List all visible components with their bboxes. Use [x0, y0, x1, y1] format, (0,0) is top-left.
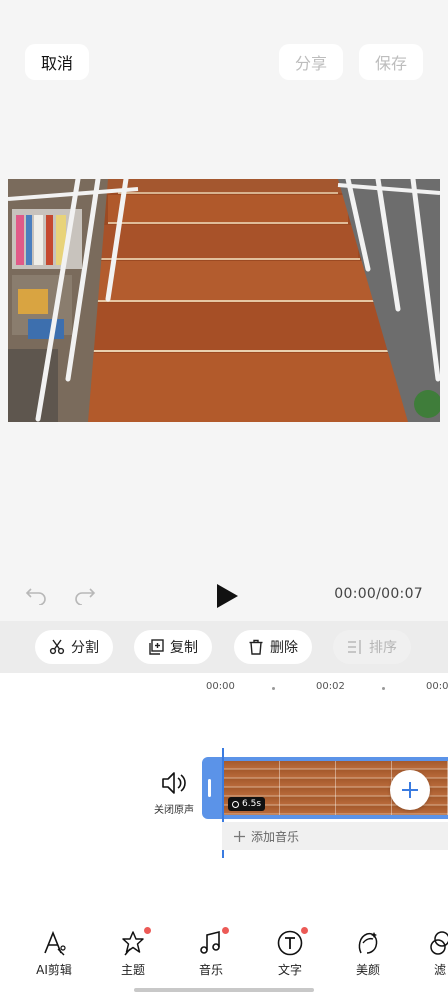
filter-icon: [430, 931, 448, 955]
clip-duration-badge: 6.5s: [228, 797, 266, 811]
add-music-label: 添加音乐: [251, 829, 300, 844]
add-music-track[interactable]: 添加音乐: [222, 822, 448, 850]
nav-label: 滤: [434, 963, 447, 977]
sort-button[interactable]: 排序: [333, 630, 411, 664]
copy-icon: [149, 639, 164, 655]
save-button[interactable]: 保存: [359, 44, 423, 80]
nav-filter[interactable]: 滤: [414, 929, 448, 978]
mute-original-toggle[interactable]: 关闭原声: [148, 770, 200, 816]
nav-label: 音乐: [198, 963, 223, 977]
badge-dot: [301, 927, 308, 934]
timeline-dot: [272, 687, 275, 690]
timeline-tick: 00:04: [426, 681, 448, 692]
clip-duration: 6.5s: [242, 799, 262, 809]
video-frame-image: [8, 179, 440, 422]
music-icon: [200, 930, 220, 954]
clip-frame: [280, 761, 336, 815]
nav-text[interactable]: 文字: [260, 927, 320, 978]
plus-icon: [234, 830, 245, 842]
badge-dot: [144, 927, 151, 934]
beauty-icon: [358, 932, 378, 954]
add-clip-button[interactable]: [390, 770, 430, 810]
split-label: 分割: [71, 640, 99, 656]
edit-toolbar: 分割 复制 删除 排序: [0, 621, 448, 673]
timeline-dot: [382, 687, 385, 690]
nav-label: 主题: [120, 963, 145, 977]
timeline-tick: 00:02: [316, 681, 345, 692]
cancel-button[interactable]: 取消: [25, 44, 89, 80]
nav-music[interactable]: 音乐: [181, 927, 241, 978]
home-indicator: [134, 988, 314, 992]
nav-beauty[interactable]: 美颜: [338, 929, 398, 978]
copy-label: 复制: [170, 640, 198, 656]
clock-icon: [232, 800, 239, 808]
undo-icon[interactable]: [25, 585, 47, 605]
nav-ai-edit[interactable]: AI剪辑: [24, 929, 84, 978]
redo-icon[interactable]: [74, 585, 96, 605]
video-preview[interactable]: [8, 179, 440, 422]
playback-time: 00:00/00:07: [334, 586, 423, 602]
speaker-icon: [162, 772, 186, 794]
clip-trim-handle[interactable]: [208, 779, 211, 797]
split-button[interactable]: 分割: [35, 630, 113, 664]
share-button[interactable]: 分享: [279, 44, 343, 80]
mute-label: 关闭原声: [154, 805, 194, 816]
nav-label: AI剪辑: [36, 963, 72, 977]
bottom-toolbar: AI剪辑 主题 音乐 文字 美颜 滤: [0, 903, 448, 1000]
clip-frame: [336, 761, 392, 815]
play-button[interactable]: [214, 582, 240, 610]
nav-theme[interactable]: 主题: [103, 927, 163, 978]
badge-dot: [222, 927, 229, 934]
sort-label: 排序: [369, 640, 397, 656]
delete-button[interactable]: 删除: [234, 630, 312, 664]
sort-icon: [348, 640, 361, 654]
copy-button[interactable]: 复制: [134, 630, 212, 664]
theme-icon: [122, 931, 144, 956]
timeline-panel[interactable]: 00:00 00:02 00:04 关闭原声 6.5s: [0, 673, 448, 903]
scissors-icon: [49, 639, 65, 655]
delete-label: 删除: [270, 640, 298, 656]
plus-icon: [402, 782, 418, 798]
trash-icon: [249, 639, 263, 655]
ai-edit-icon: [44, 930, 66, 956]
text-icon: [277, 930, 303, 956]
timeline-tick: 00:00: [206, 681, 235, 692]
nav-label: 文字: [277, 963, 302, 977]
nav-label: 美颜: [355, 963, 380, 977]
